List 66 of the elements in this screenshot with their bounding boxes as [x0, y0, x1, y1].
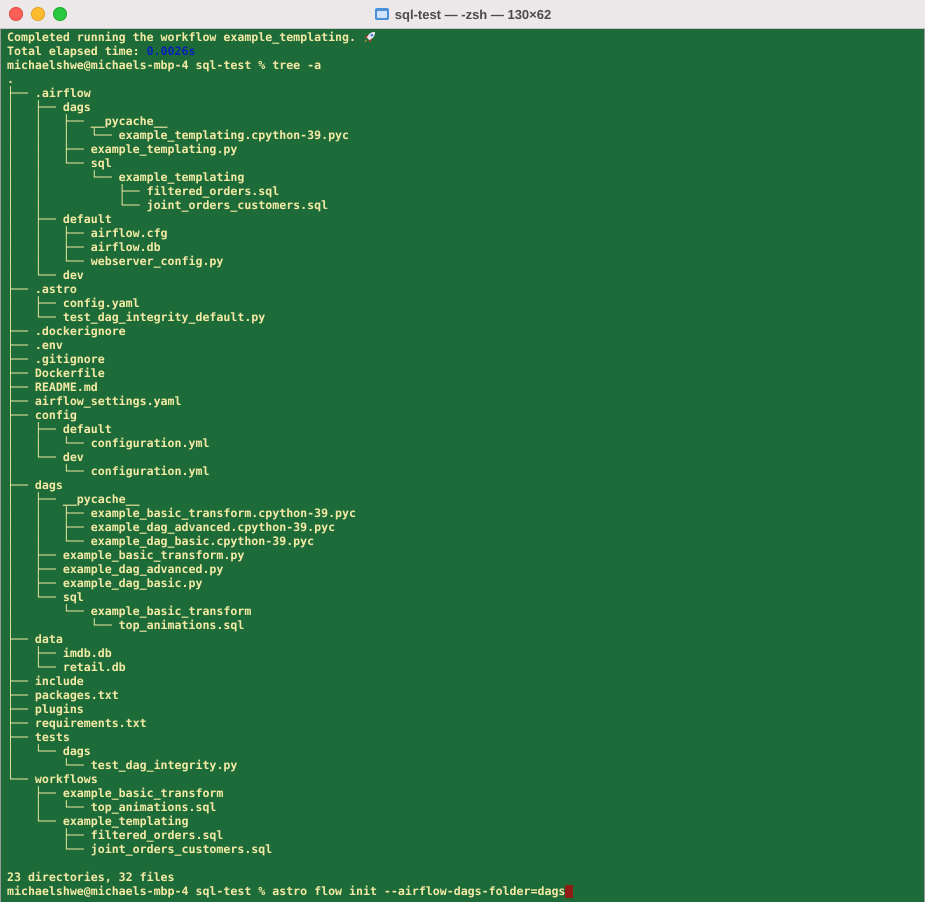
- minimize-button[interactable]: [31, 7, 45, 21]
- terminal-text: ├── filtered_orders.sql: [62, 828, 224, 842]
- terminal-text: │ ├── example_dag_advanced.py: [7, 562, 224, 576]
- terminal-text: └── workflows: [7, 772, 98, 786]
- terminal-text: │ │ └── joint_orders_customers.sql: [7, 198, 328, 212]
- terminal-text: ├── .astro: [7, 282, 77, 296]
- terminal-text: ├── config: [7, 408, 77, 422]
- terminal-text: ├── airflow_settings.yaml: [7, 394, 182, 408]
- terminal-text: ├── dags: [7, 478, 63, 492]
- terminal-text: │ └── retail.db: [7, 660, 126, 674]
- terminal-text: │ └── test_dag_integrity_default.py: [7, 310, 266, 324]
- terminal-text: │ ├── default: [7, 212, 112, 226]
- terminal-text: │ └── test_dag_integrity.py: [7, 758, 238, 772]
- elapsed-time-value: 0.0026s: [146, 44, 196, 58]
- terminal-text: │ └── dev: [7, 450, 84, 464]
- terminal-text: Total elapsed time:: [7, 44, 141, 58]
- terminal-text: ├── packages.txt: [7, 688, 119, 702]
- terminal-text: └── joint_orders_customers.sql: [62, 842, 272, 856]
- terminal-text: ├── tests: [7, 730, 70, 744]
- terminal-text: │ │ ├── airflow.cfg: [7, 226, 168, 240]
- terminal-text: ├── include: [7, 674, 84, 688]
- terminal-text: │ ├── example_basic_transform.py: [7, 548, 244, 562]
- terminal-text: │ └── dags: [7, 744, 91, 758]
- terminal-text: │ └── configuration.yml: [7, 464, 210, 478]
- terminal-text: Completed running the workflow example_templating.: [7, 30, 358, 44]
- terminal-text: │ │ └── example_templating: [7, 170, 244, 184]
- terminal-text: │ ├── config.yaml: [7, 296, 140, 310]
- terminal-text: michaelshwe@michaels-mbp-4 sql-test % tree -a: [7, 58, 322, 72]
- terminal-text: │ │ └── sql: [7, 156, 112, 170]
- terminal-text: │ └── top_animations.sql: [34, 800, 216, 814]
- terminal-text: ├── Dockerfile: [7, 366, 105, 380]
- terminal-text: │ ├── imdb.db: [7, 646, 112, 660]
- terminal-text: ├── .gitignore: [7, 352, 105, 366]
- terminal-text: │ │ ├── airflow.db: [7, 240, 161, 254]
- terminal-text: ├── .env: [7, 338, 63, 352]
- terminal-text: │ │ ├── example_templating.py: [7, 142, 238, 156]
- terminal-text: │ │ ├── filtered_orders.sql: [7, 184, 280, 198]
- terminal-text: │ │ └── example_dag_basic.cpython-39.pyc: [7, 534, 314, 548]
- terminal-text: │ │ ├── __pycache__: [7, 114, 168, 128]
- terminal-text: 23 directories, 32 files: [7, 870, 175, 884]
- terminal-text: ├── requirements.txt: [7, 716, 147, 730]
- terminal-text: ├── .dockerignore: [7, 324, 126, 338]
- terminal-text: │ └── dev: [7, 268, 84, 282]
- terminal-text: │ └── top_animations.sql: [7, 618, 244, 632]
- terminal-text: │ ├── example_dag_basic.py: [7, 576, 202, 590]
- terminal-text: ├── example_basic_transform: [34, 786, 224, 800]
- terminal-text: │ │ └── configuration.yml: [7, 436, 210, 450]
- close-button[interactable]: [9, 7, 23, 21]
- window-title: sql-test — -zsh — 130×62: [394, 6, 552, 22]
- terminal-text: │ └── example_basic_transform: [7, 604, 252, 618]
- terminal-text: │ ├── __pycache__: [7, 492, 140, 506]
- terminal-text: │ ├── dags: [7, 100, 91, 114]
- terminal-text: │ │ ├── example_dag_advanced.cpython-39.pyc: [7, 520, 336, 534]
- terminal-text: michaelshwe@michaels-mbp-4 sql-test % astro flow init --airflow-dags-folder=dags: [7, 884, 566, 898]
- terminal-text: └── example_templating: [34, 814, 188, 828]
- terminal-text: │ │ │ └── example_templating.cpython-39.pyc: [7, 128, 350, 142]
- terminal-text: │ │ └── webserver_config.py: [7, 254, 224, 268]
- terminal-text: │ ├── default: [7, 422, 112, 436]
- terminal-text: .: [7, 72, 14, 86]
- terminal-text: ├── README.md: [7, 380, 98, 394]
- terminal-text: │ │ ├── example_basic_transform.cpython-39.pyc: [7, 506, 356, 520]
- terminal-text: ├── .airflow: [7, 86, 91, 100]
- terminal-text: │ └── sql: [7, 590, 84, 604]
- terminal-text: ├── data: [7, 632, 63, 646]
- terminal-text: ├── plugins: [7, 702, 84, 716]
- zoom-button[interactable]: [53, 7, 67, 21]
